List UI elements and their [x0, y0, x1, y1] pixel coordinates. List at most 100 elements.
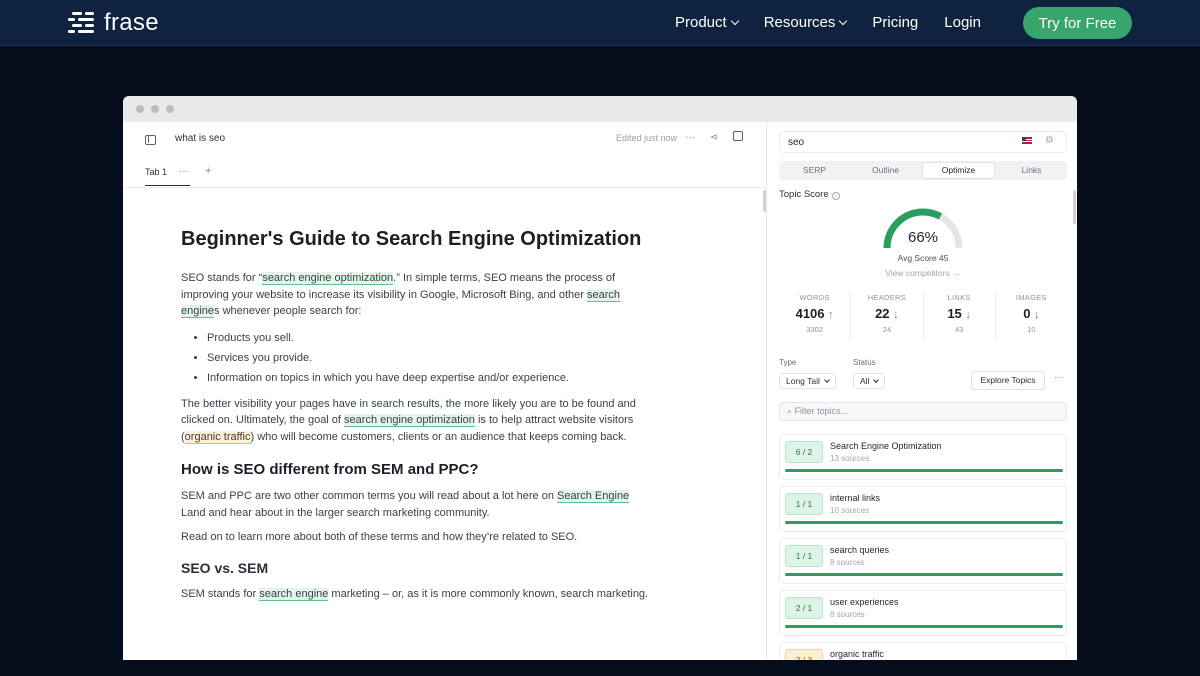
topic-count-badge: 1 / 1	[785, 493, 823, 515]
stat-target: 43	[954, 325, 964, 334]
view-competitors-link[interactable]: View competitors →	[867, 268, 979, 278]
topic-highlight-warning[interactable]: organic traffic	[184, 430, 251, 444]
stat-label: HEADERS	[867, 293, 907, 302]
status-label: Status	[853, 358, 876, 367]
topic-sources: 13 sources	[830, 454, 870, 463]
tab-bar: Tab 1 ··· +	[123, 158, 767, 188]
nav-resources[interactable]: Resources	[764, 14, 848, 31]
topic-highlight[interactable]: search engine optimization	[262, 272, 394, 285]
status-select[interactable]: All	[853, 373, 886, 389]
chevron-down-icon	[873, 377, 880, 383]
nav-login[interactable]: Login	[944, 14, 981, 31]
add-tab-icon[interactable]: +	[205, 165, 211, 177]
topic-highlight[interactable]: Search Engine	[557, 490, 630, 503]
frase-logo-icon	[68, 10, 96, 36]
topic-highlight[interactable]: search engine optimization	[344, 414, 475, 427]
topic-name: user experiences	[830, 597, 899, 607]
topic-name: search queries	[830, 545, 890, 555]
edited-status: Edited just now	[616, 133, 678, 143]
chevron-down-icon	[839, 16, 848, 26]
topic-count-badge: 1 / 1	[785, 545, 823, 567]
explore-topics-button[interactable]: Explore Topics	[971, 371, 1045, 390]
nav-pricing[interactable]: Pricing	[872, 14, 918, 31]
editor-scrollbar[interactable]	[763, 190, 766, 212]
sidebar-toggle-icon[interactable]	[145, 135, 156, 145]
tab-options-icon[interactable]: ···	[179, 166, 189, 177]
stat-number: 15	[947, 306, 962, 321]
text: ) who will become customers, clients or …	[250, 430, 627, 443]
editor-pane: what is seo Edited just now ··· ⋖ Tab 1 …	[123, 122, 767, 660]
paragraph-2: The better visibility your pages have in…	[181, 396, 651, 446]
optimize-panel: seo ⚙ SERP Outline Optimize Links Topic …	[768, 122, 1077, 660]
stat-target: 3302	[806, 325, 823, 334]
text: s whenever people search for:	[214, 305, 362, 317]
stat-target: 10	[1027, 325, 1036, 334]
panel-scrollbar[interactable]	[1073, 190, 1076, 224]
stat-label: LINKS	[947, 293, 971, 302]
document-content[interactable]: Beginner's Guide to Search Engine Optimi…	[181, 226, 651, 610]
subsection-heading: SEO vs. SEM	[181, 559, 269, 576]
nav-product[interactable]: Product	[675, 14, 739, 31]
tab-optimize[interactable]: Optimize	[923, 163, 994, 178]
topic-count-badge: 2 / 1	[785, 597, 823, 619]
topic-count-badge: 6 / 2	[785, 441, 823, 463]
stat-number: 4106	[795, 306, 825, 321]
window-dot-minimize	[151, 105, 159, 113]
tab-serp[interactable]: SERP	[779, 161, 850, 180]
list-item: Products you sell.	[207, 328, 651, 348]
topic-count-badge: 2 / 3	[785, 649, 823, 660]
tab-links[interactable]: Links	[996, 161, 1067, 180]
stat-target: 24	[882, 325, 892, 334]
topic-progress-bar	[785, 469, 1063, 472]
info-icon[interactable]: i	[831, 192, 840, 200]
nav-links: Product Resources Pricing Login	[675, 14, 981, 31]
more-options-icon[interactable]: ···	[685, 132, 695, 143]
topic-name: Search Engine Optimization	[830, 441, 942, 451]
text: SEM and PPC are two other common terms y…	[181, 490, 558, 502]
topic-item[interactable]: 1 / 1 internal links 10 sources	[779, 486, 1067, 532]
window-titlebar	[123, 96, 1077, 122]
gear-icon[interactable]: ⚙	[1045, 135, 1054, 146]
text: SEO stands for “	[181, 272, 263, 284]
section-heading: How is SEO different from SEM and PPC?	[181, 461, 479, 478]
text: SEM stands for	[181, 587, 260, 600]
window-dot-maximize	[166, 105, 174, 113]
try-for-free-button[interactable]: Try for Free	[1023, 7, 1132, 39]
topic-sources: 8 sources	[830, 610, 865, 619]
topic-item[interactable]: 2 / 1 user experiences 8 sources	[779, 590, 1067, 636]
stat-label: WORDS	[799, 293, 830, 302]
document-title[interactable]: what is seo	[175, 133, 225, 144]
topic-sources: 8 sources	[830, 558, 865, 567]
frase-logo[interactable]: frase	[68, 9, 159, 37]
bullet-list: Products you sell. Services you provide.…	[207, 328, 651, 388]
us-flag-icon[interactable]	[1022, 137, 1032, 144]
topic-item[interactable]: 6 / 2 Search Engine Optimization 13 sour…	[779, 434, 1067, 480]
type-select[interactable]: Long Tail	[779, 373, 836, 389]
topic-highlight[interactable]: search engine	[259, 587, 329, 601]
content-stats: WORDS 4106 ↑ 3302 HEADERS 22 ↓ 24 LINKS …	[779, 293, 1067, 339]
topic-name: internal links	[830, 493, 881, 503]
paragraph-5: SEM stands for search engine marketing –…	[181, 586, 651, 603]
status-select-value: All	[860, 376, 870, 386]
chevron-down-icon	[824, 377, 830, 383]
arrow-down-icon: ↓	[1034, 309, 1040, 321]
panel-toggle-icon[interactable]	[733, 131, 743, 141]
share-icon[interactable]: ⋖	[710, 132, 718, 143]
filter-placeholder: Filter topics...	[794, 406, 849, 416]
top-navigation: frase Product Resources Pricing Login Tr…	[0, 0, 1200, 46]
tab-outline[interactable]: Outline	[850, 161, 921, 180]
topic-item[interactable]: 2 / 3 organic traffic	[779, 642, 1067, 660]
topic-sources: 10 sources	[830, 506, 870, 515]
panel-tabs: SERP Outline Optimize Links	[779, 161, 1067, 180]
topic-item[interactable]: 1 / 1 search queries 8 sources	[779, 538, 1067, 584]
filter-topics-input[interactable]: ⌕ Filter topics...	[779, 402, 1067, 421]
more-options-icon[interactable]: ···	[1054, 372, 1064, 383]
search-icon: ⌕	[787, 406, 793, 416]
arrow-up-icon: ↑	[828, 309, 834, 321]
nav-product-label: Product	[675, 14, 727, 31]
paragraph-1: SEO stands for “search engine optimizati…	[181, 270, 651, 320]
stat-words: WORDS 4106 ↑ 3302	[779, 293, 852, 339]
stat-number: 22	[875, 306, 890, 321]
topic-name: organic traffic	[830, 649, 884, 659]
stat-value: 4106 ↑	[779, 306, 850, 321]
